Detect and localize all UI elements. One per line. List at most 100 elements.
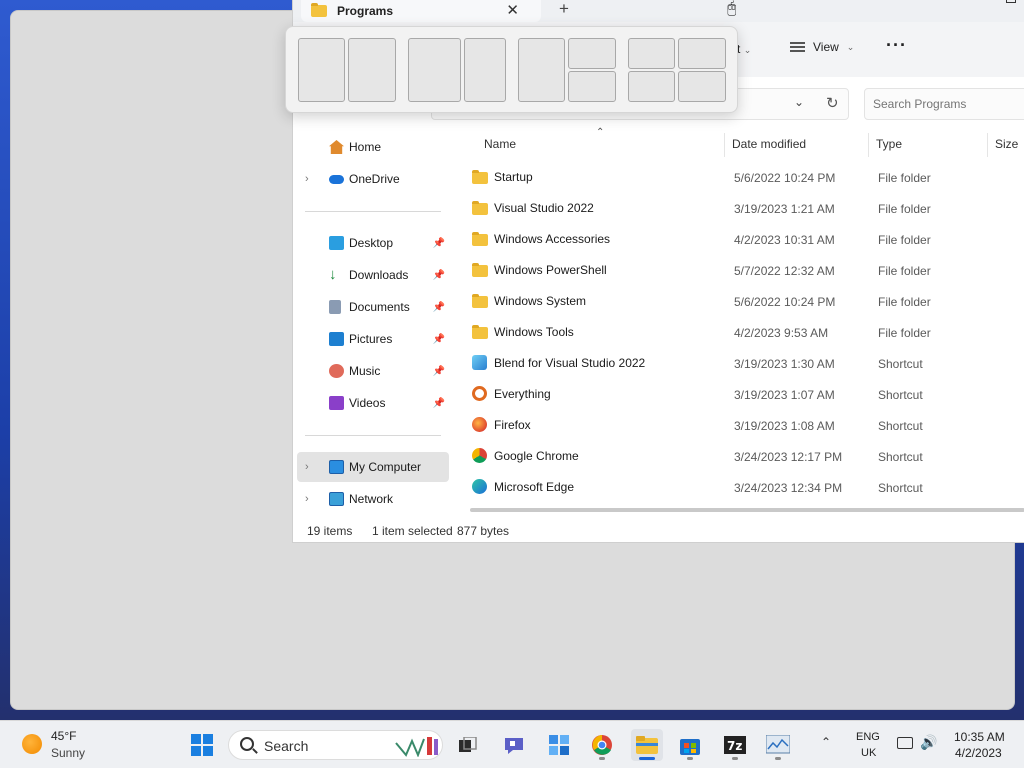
column-header-name[interactable]: Name [484,137,516,151]
nav-item-my-computer[interactable]: › My Computer [297,452,449,482]
svg-text:7z: 7z [727,739,742,753]
taskbar-file-explorer[interactable] [631,729,663,761]
start-button[interactable] [186,729,218,761]
column-header-type[interactable]: Type [876,137,902,151]
chevron-right-icon[interactable]: › [305,461,309,473]
snap-zone[interactable] [408,38,461,102]
file-date-modified: 3/19/2023 1:08 AM [734,419,835,433]
clock-date[interactable]: 4/2/2023 [955,746,1002,760]
chevron-right-icon[interactable]: › [305,493,309,505]
show-hidden-icons-chevron-icon[interactable]: ⌃ [821,735,831,749]
snap-zone[interactable] [628,71,675,102]
file-row[interactable]: Visual Studio 2022 3/19/2023 1:21 AM File … [465,193,1024,223]
snap-zone[interactable] [568,38,616,69]
pictures-icon [329,332,344,346]
file-row[interactable]: Microsoft Edge 3/24/2023 12:34 PM Shortcut [465,472,1024,502]
file-name: Windows Tools [494,325,574,339]
file-row[interactable]: Windows PowerShell 5/7/2022 12:32 AM File … [465,255,1024,285]
tab-close-icon[interactable]: ✕ [506,1,519,19]
window-control-icon[interactable] [1006,0,1016,3]
nav-item-desktop[interactable]: Desktop 📌 [297,228,449,258]
nav-item-pictures[interactable]: Pictures 📌 [297,324,449,354]
mouse-pointer-icon: 🖰 [727,0,737,17]
nav-item-network[interactable]: › Network [297,484,449,514]
snap-zone[interactable] [464,38,506,102]
column-divider[interactable] [987,133,988,157]
snap-zone[interactable] [678,71,726,102]
column-header-size[interactable]: Size [995,137,1018,151]
snap-zone[interactable] [518,38,565,102]
nav-label: Videos [349,396,386,410]
chevron-right-icon[interactable]: › [305,173,309,185]
file-name: Firefox [494,418,531,432]
network-status-icon[interactable] [897,737,913,749]
taskbar-search-box[interactable]: Search [228,730,443,760]
folder-icon [472,232,488,249]
refresh-icon[interactable]: ↻ [826,94,839,112]
network-icon [329,492,344,506]
file-row[interactable]: Firefox 3/19/2023 1:08 AM Shortcut [465,410,1024,440]
taskbar-task-view[interactable] [452,729,484,761]
search-box[interactable] [864,88,1024,120]
file-row[interactable]: Windows System 5/6/2022 10:24 PM File fold… [465,286,1024,316]
pin-icon: 📌 [432,237,445,249]
horizontal-scrollbar[interactable] [470,508,1024,512]
nav-item-downloads[interactable]: ↓ Downloads 📌 [297,260,449,290]
nav-item-videos[interactable]: Videos 📌 [297,388,449,418]
file-row[interactable]: Windows Accessories 4/2/2023 10:31 AM File… [465,224,1024,254]
input-language[interactable]: ENG [856,731,880,743]
column-header-date[interactable]: Date modified [732,137,806,151]
divider [305,435,441,436]
address-history-chevron-icon[interactable]: ⌄ [794,95,804,109]
file-date-modified: 4/2/2023 10:31 AM [734,233,835,247]
view-button[interactable]: View ⌄ [790,40,854,54]
file-row[interactable]: Windows Tools 4/2/2023 9:53 AM File folder [465,317,1024,347]
nav-item-onedrive[interactable]: › OneDrive [297,164,449,194]
snap-zone[interactable] [298,38,345,102]
snap-zone[interactable] [678,38,726,69]
nav-label: Music [349,364,381,378]
file-name: Microsoft Edge [494,480,575,494]
more-options-button[interactable]: ··· [886,35,907,56]
file-row[interactable]: Everything 3/19/2023 1:07 AM Shortcut [465,379,1024,409]
file-name: Blend for Visual Studio 2022 [494,356,646,370]
weather-condition: Sunny [51,746,86,760]
file-date-modified: 3/19/2023 1:30 AM [734,357,835,371]
nav-label: Pictures [349,332,393,346]
new-tab-button[interactable]: + [559,0,569,19]
running-indicator [599,757,605,760]
taskbar-store[interactable] [674,729,706,761]
home-icon [329,140,344,154]
file-row[interactable]: Blend for Visual Studio 2022 3/19/2023 1:… [465,348,1024,378]
column-divider[interactable] [724,133,725,157]
clock-time[interactable]: 10:35 AM [954,730,1005,744]
taskbar-7zip[interactable]: 7z [719,729,751,761]
taskbar-chrome[interactable] [586,729,618,761]
tab-programs[interactable]: Programs ✕ [301,0,541,22]
file-type: Shortcut [878,388,923,402]
chrome-icon [592,735,612,755]
nav-item-documents[interactable]: Documents 📌 [297,292,449,322]
folder-icon [472,325,488,342]
column-divider[interactable] [868,133,869,157]
file-row[interactable]: Google Chrome 3/24/2023 12:17 PM Shortcut [465,441,1024,471]
snap-zone[interactable] [628,38,675,69]
input-region[interactable]: UK [861,747,876,759]
snap-zone[interactable] [348,38,396,102]
taskbar-widgets[interactable] [543,729,575,761]
file-date-modified: 3/19/2023 1:07 AM [734,388,835,402]
folder-icon [472,263,488,280]
taskbar-resource-monitor[interactable] [762,729,794,761]
edge-icon [472,479,487,497]
windows-logo-icon [191,734,213,756]
pin-icon: 📌 [432,365,445,377]
volume-icon[interactable]: 🔊 [920,734,937,751]
snap-layout-halves [298,38,396,102]
file-row[interactable]: Startup 5/6/2022 10:24 PM File folder [465,162,1024,192]
taskbar-teams[interactable] [498,729,530,761]
nav-item-home[interactable]: Home [297,132,449,162]
snap-zone[interactable] [568,71,616,102]
nav-item-music[interactable]: Music 📌 [297,356,449,386]
search-input[interactable] [873,97,1024,111]
file-date-modified: 3/24/2023 12:17 PM [734,450,843,464]
